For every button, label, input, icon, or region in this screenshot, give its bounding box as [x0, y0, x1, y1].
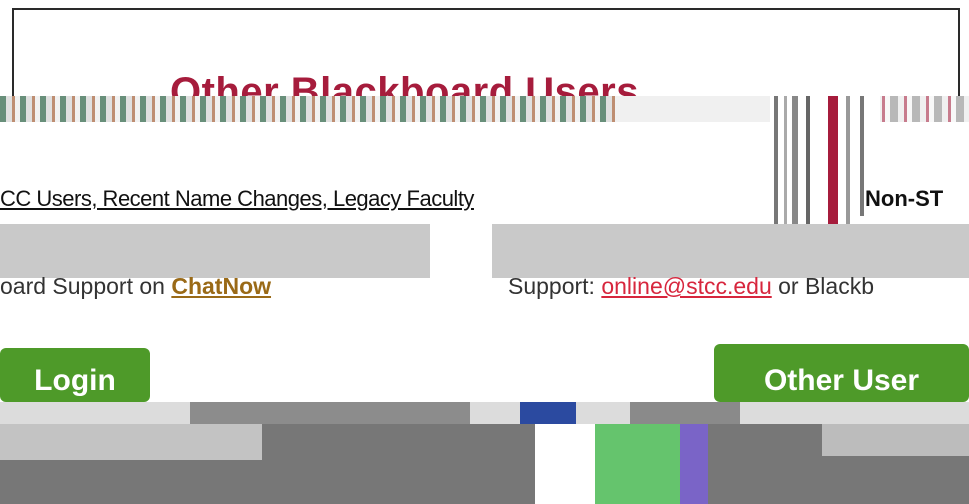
glitch-footer [0, 424, 969, 504]
non-stcc-heading: Non-ST [865, 186, 944, 211]
stcc-users-heading: CC Users, Recent Name Changes, Legacy Fa… [0, 186, 474, 211]
glitch-band-lower [0, 402, 969, 424]
glitch-noise [0, 96, 620, 122]
chat-support-text: oard Support on ChatNow [0, 273, 272, 299]
other-user-button[interactable]: Other User [714, 344, 969, 402]
email-link[interactable]: online@stcc.edu [601, 273, 771, 299]
chatnow-link[interactable]: ChatNow [171, 273, 271, 299]
login-button[interactable]: Login [0, 348, 150, 402]
email-support-text: Support: online@stcc.edu or Blackb [508, 273, 874, 299]
